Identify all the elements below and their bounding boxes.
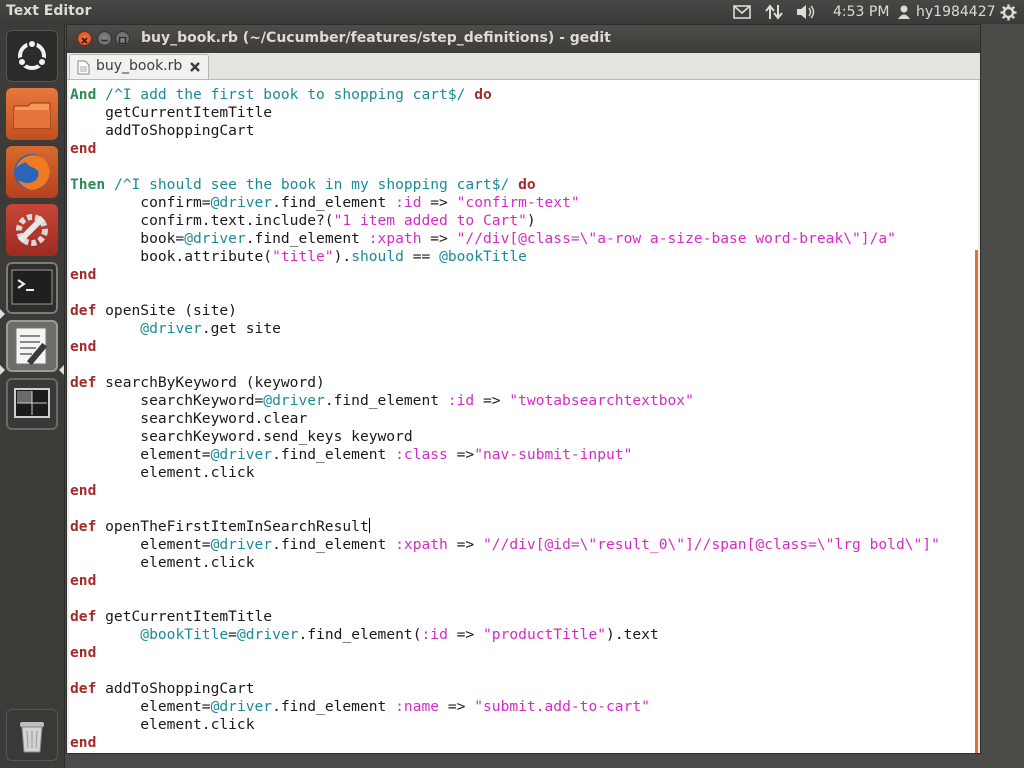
code-line[interactable]: addToShoppingCart [70, 122, 940, 140]
trash-icon [20, 722, 44, 753]
maximize-icon [118, 36, 127, 45]
tab-buy-book[interactable]: buy_book.rb [69, 54, 209, 79]
volume-icon[interactable] [796, 0, 816, 24]
code-line[interactable] [70, 158, 940, 176]
code-line[interactable]: element=@driver.find_element :xpath => "… [70, 536, 940, 554]
code-line[interactable]: element.click [70, 464, 940, 482]
running-indicator [0, 365, 5, 375]
code-line[interactable] [70, 500, 940, 518]
code-line[interactable]: searchKeyword.send_keys keyword [70, 428, 940, 446]
running-indicator [0, 309, 5, 319]
code-content[interactable]: And /^I add the first book to shopping c… [70, 86, 940, 752]
tab-bar: buy_book.rb [67, 53, 980, 80]
code-line[interactable]: def addToShoppingCart [70, 680, 940, 698]
window-titlebar[interactable]: buy_book.rb (~/Cucumber/features/step_de… [67, 25, 980, 53]
code-line[interactable]: searchKeyword.clear [70, 410, 940, 428]
code-line[interactable]: book=@driver.find_element :xpath => "//d… [70, 230, 940, 248]
ubuntu-logo-icon [17, 39, 47, 70]
mail-icon[interactable] [733, 0, 751, 24]
code-line[interactable]: end [70, 734, 940, 752]
close-icon [81, 37, 88, 44]
code-line[interactable]: element=@driver.find_element :class =>"n… [70, 446, 940, 464]
text-editor-button[interactable] [6, 320, 58, 372]
code-line[interactable] [70, 662, 940, 680]
minimize-icon [101, 39, 108, 42]
code-line[interactable]: book.attribute("title").should == @bookT… [70, 248, 940, 266]
minimize-button[interactable] [97, 31, 112, 46]
system-settings-button[interactable] [6, 204, 58, 256]
code-line[interactable]: Then /^I should see the book in my shopp… [70, 176, 940, 194]
workspace-switcher-button[interactable] [6, 378, 58, 430]
code-line[interactable]: element=@driver.find_element :name => "s… [70, 698, 940, 716]
terminal-icon [11, 269, 53, 305]
code-line[interactable]: end [70, 266, 940, 284]
code-line[interactable]: end [70, 644, 940, 662]
user-icon[interactable] [898, 0, 910, 24]
code-line[interactable]: And /^I add the first book to shopping c… [70, 86, 940, 104]
code-line[interactable]: getCurrentItemTitle [70, 104, 940, 122]
code-line[interactable]: searchKeyword=@driver.find_element :id =… [70, 392, 940, 410]
firefox-icon [14, 154, 50, 190]
trash-button[interactable] [6, 709, 58, 761]
code-line[interactable]: element.click [70, 554, 940, 572]
maximize-button[interactable] [115, 31, 130, 46]
code-line[interactable]: def getCurrentItemTitle [70, 608, 940, 626]
scrollbar[interactable] [975, 250, 978, 753]
network-icon[interactable] [765, 0, 783, 24]
gear-icon[interactable] [1000, 0, 1017, 24]
code-line[interactable] [70, 284, 940, 302]
workspace-icon [14, 388, 50, 418]
text-cursor [368, 518, 370, 533]
launcher [0, 24, 65, 768]
code-line[interactable]: def openTheFirstItemInSearchResult [70, 518, 940, 536]
code-line[interactable] [70, 590, 940, 608]
user-name[interactable]: hy1984427 [916, 0, 996, 24]
tab-label: buy_book.rb [96, 58, 183, 74]
code-line[interactable]: end [70, 572, 940, 590]
code-line[interactable]: confirm.text.include?("1 item added to C… [70, 212, 940, 230]
code-editor[interactable]: And /^I add the first book to shopping c… [69, 80, 978, 753]
gedit-window: buy_book.rb (~/Cucumber/features/step_de… [66, 24, 981, 754]
text-editor-icon [15, 327, 48, 366]
close-button[interactable] [77, 31, 92, 46]
document-icon [77, 60, 90, 75]
code-line[interactable]: def searchByKeyword (keyword) [70, 374, 940, 392]
code-line[interactable] [70, 356, 940, 374]
firefox-button[interactable] [6, 146, 58, 198]
terminal-button[interactable] [6, 262, 58, 314]
top-panel: Text Editor 4:53 PM hy1984427 [0, 0, 1024, 24]
code-line[interactable]: @driver.get site [70, 320, 940, 338]
tab-close-icon[interactable] [189, 61, 201, 73]
code-line[interactable]: def openSite (site) [70, 302, 940, 320]
active-app-name: Text Editor [6, 3, 92, 19]
files-button[interactable] [6, 88, 58, 140]
folder-icon [13, 102, 51, 129]
settings-icon [16, 214, 48, 246]
ubuntu-dash-button[interactable] [6, 30, 58, 82]
code-line[interactable]: end [70, 482, 940, 500]
code-line[interactable]: end [70, 338, 940, 356]
code-line[interactable]: confirm=@driver.find_element :id => "con… [70, 194, 940, 212]
code-line[interactable]: element.click [70, 716, 940, 734]
code-line[interactable]: @bookTitle=@driver.find_element(:id => "… [70, 626, 940, 644]
window-title: buy_book.rb (~/Cucumber/features/step_de… [141, 30, 611, 46]
clock[interactable]: 4:53 PM [833, 0, 889, 24]
code-line[interactable]: end [70, 140, 940, 158]
active-indicator [59, 365, 64, 375]
